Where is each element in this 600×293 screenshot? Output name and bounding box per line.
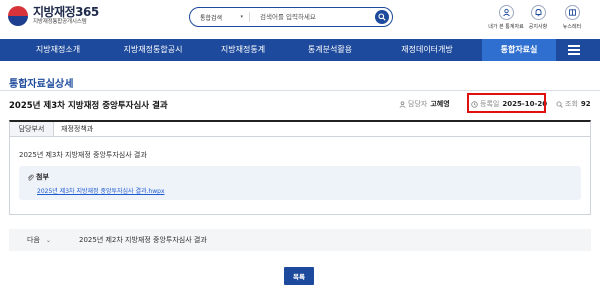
next-label-group: 다음 ⌄ (9, 235, 69, 245)
attachment-label: 첨부 (36, 173, 49, 181)
menu-icon[interactable] (568, 45, 580, 55)
logo-title: 지방재정365 (33, 5, 99, 20)
post-title: 2025년 제3차 지방재정 중앙투자심사 결과 (9, 101, 168, 111)
dept-row: 담당부서 재정정책과 (10, 122, 590, 137)
search-input[interactable] (260, 13, 370, 21)
views-value: 92 (580, 100, 591, 108)
util-label: 뉴스레터 (562, 24, 582, 30)
logo-subtitle: 지방재정통합공개시스템 (33, 19, 87, 26)
divider (0, 90, 600, 91)
nav-item-archive[interactable]: 통합자료실 (482, 39, 556, 61)
search-button[interactable] (375, 10, 389, 24)
views-label: 조회 (565, 100, 578, 108)
search-bar: 통합검색 ▾ (189, 7, 393, 27)
site-logo[interactable]: 지방재정365 지방재정통합공개시스템 (8, 6, 99, 26)
newsletter-icon (564, 5, 580, 20)
search-icon (378, 13, 386, 21)
attachment-file-link[interactable]: 2025년 제3차 지방재정 중앙투자심사 결과.hwpx (37, 186, 165, 195)
meta-author: 담당자 고혜영 (399, 99, 450, 109)
emblem-icon (8, 6, 28, 26)
bell-icon (530, 5, 546, 20)
nav-item-intro[interactable]: 지방재정소개 (18, 39, 98, 61)
author-value: 고혜영 (430, 100, 450, 108)
next-label: 다음 (27, 236, 40, 244)
person-icon (399, 100, 406, 108)
util-label: 공지사항 (528, 24, 548, 30)
dept-value: 재정정책과 (61, 125, 94, 133)
nav-item-statistics[interactable]: 지방재정통계 (208, 39, 278, 61)
chevron-down-icon: ⌄ (45, 236, 51, 244)
person-icon (498, 5, 514, 20)
nav-item-analysis[interactable]: 통계분석활용 (290, 39, 370, 61)
site-header: 지방재정365 지방재정통합공개시스템 통합검색 ▾ 내가 본 통계자료 공지사… (0, 0, 600, 38)
attachment-box: 첨부 2025년 제3차 지방재정 중앙투자심사 결과.hwpx (19, 166, 581, 200)
search-scope-select[interactable]: 통합검색 ▾ (190, 12, 250, 22)
chevron-down-icon: ▾ (240, 14, 243, 20)
util-newsletter[interactable]: 뉴스레터 (552, 5, 592, 30)
search-scope-label: 통합검색 (200, 14, 223, 22)
nav-item-open-data[interactable]: 재정데이터개방 (382, 39, 472, 61)
dept-label: 담당부서 (10, 122, 54, 136)
date-highlight-box (467, 93, 546, 113)
next-post-title[interactable]: 2025년 제2차 지방재정 중앙투자심사 결과 (79, 235, 207, 245)
search-icon (556, 101, 563, 108)
body-text: 2025년 제3차 지방재정 중앙투자심사 결과 (19, 151, 147, 159)
meta-views: 조회 92 (556, 99, 591, 109)
author-label: 담당자 (408, 100, 428, 108)
list-button[interactable]: 목록 (284, 267, 314, 285)
page-title: 통합자료실상세 (9, 79, 74, 90)
main-nav: 지방재정소개 지방재정통합공시 지방재정통계 통계분석활용 재정데이터개방 통합… (0, 39, 600, 61)
next-post-bar[interactable]: 다음 ⌄ 2025년 제2차 지방재정 중앙투자심사 결과 (9, 229, 591, 251)
nav-item-disclosure[interactable]: 지방재정통합공시 (108, 39, 198, 61)
paperclip-icon (28, 174, 34, 181)
attachment-heading: 첨부 (27, 172, 49, 182)
article-body: 담당부서 재정정책과 2025년 제3차 지방재정 중앙투자심사 결과 첨부 2… (9, 120, 591, 215)
